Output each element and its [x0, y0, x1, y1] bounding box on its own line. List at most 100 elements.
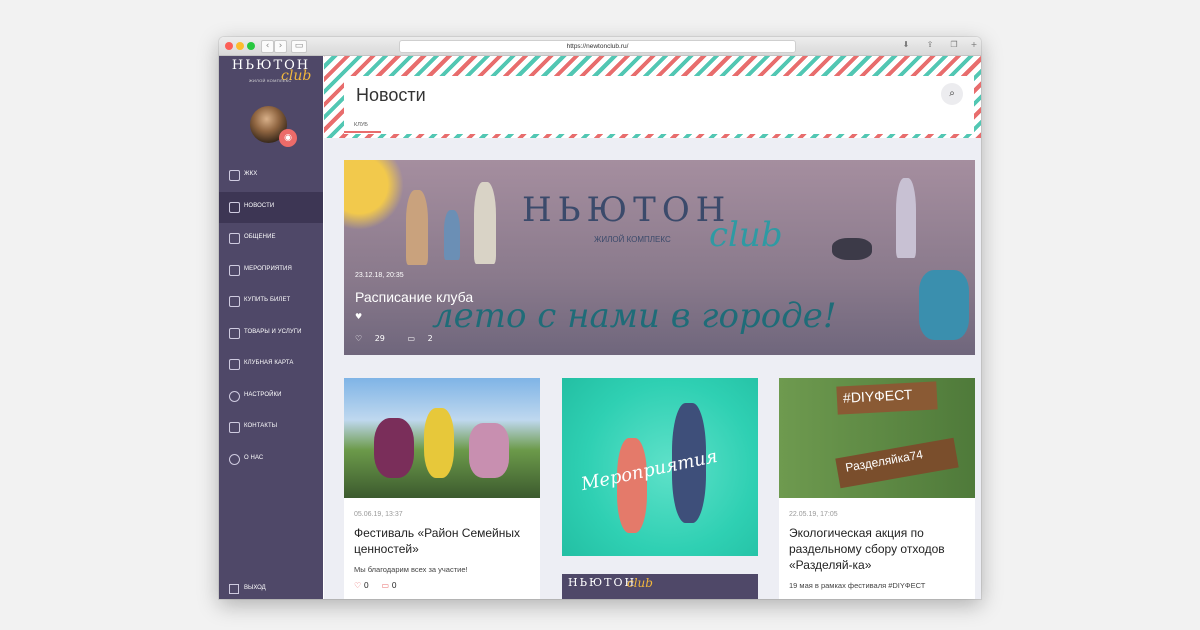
logout-label: Выход: [244, 585, 266, 591]
like-button[interactable]: ♡ 0: [354, 581, 369, 590]
sidebar-item-contacts[interactable]: Контакты: [219, 412, 323, 444]
calendar-icon: [229, 264, 240, 276]
card-logo-club: club: [627, 576, 653, 590]
share-icon[interactable]: ⇪: [925, 40, 935, 50]
ticket-icon: [229, 296, 240, 307]
sidebar-item-label: О нас: [244, 454, 264, 461]
page-header: Новости ⌕ Клуб: [344, 76, 974, 134]
sidebar-item-events[interactable]: Мероприятия: [219, 255, 323, 287]
sidebar-item-label: Настройки: [244, 391, 282, 398]
sidebar-item-label: Контакты: [244, 423, 278, 429]
card-date: 05.06.19, 13:37: [354, 511, 403, 518]
card-date: 22.05.19, 17:05: [789, 511, 838, 518]
comment-count: 2: [427, 334, 433, 343]
card-logo-text: НЬЮТОН: [568, 576, 637, 589]
hero-stats: ♡ 29 ▭ 2: [355, 334, 453, 343]
chevron-right-icon[interactable]: ›: [274, 40, 287, 53]
sidebar-item-club-card[interactable]: Клубная карта: [219, 349, 323, 381]
card-stats: ♡ 0 ▭ 0: [354, 581, 397, 590]
sidebar: НЬЮТОН club ЖИЛОЙ КОМПЛЕКС ◉ ЖКХ Новости…: [219, 56, 323, 599]
minimize-window-button[interactable]: [236, 42, 244, 50]
card-icon: [229, 359, 240, 370]
news-icon: [229, 201, 240, 213]
sidebar-item-label: Новости: [244, 202, 275, 209]
sidebar-menu: ЖКХ Новости Общение Мероприятия Купить б…: [219, 160, 323, 475]
chevron-left-icon[interactable]: ‹: [261, 40, 274, 53]
url-text: https://newtonclub.ru/: [566, 43, 629, 50]
illustration-person: [474, 182, 496, 264]
hero-brand-club: club: [709, 215, 783, 255]
search-icon[interactable]: ⌕: [941, 83, 963, 105]
sidebar-item-label: Общение: [244, 234, 276, 240]
illustration-dog: [832, 238, 872, 260]
new-tab-icon[interactable]: +: [969, 40, 979, 50]
sidebar-item-settings[interactable]: Настройки: [219, 381, 323, 413]
illustration-person: [444, 210, 460, 260]
news-card[interactable]: НЬЮТОН club: [562, 574, 758, 599]
sidebar-item-label: Товары и услуги: [244, 328, 302, 335]
illustration-person: [896, 178, 916, 258]
maximize-window-button[interactable]: [247, 42, 255, 50]
sidebar-item-label: ЖКХ: [244, 171, 258, 177]
news-card[interactable]: #DIYФЕСТ Разделяйка74 22.05.19, 17:05 Эк…: [779, 378, 975, 599]
browser-toolbar: ‹ › ▭ https://newtonclub.ru/ ⬇ ⇪ ❐ +: [219, 37, 981, 56]
gear-icon: [229, 390, 240, 402]
chat-icon: [229, 233, 240, 244]
card-excerpt: Мы благодарим всех за участие!: [354, 565, 468, 574]
download-icon[interactable]: ⬇: [901, 40, 911, 50]
hero-brand-subtitle: ЖИЛОЙ КОМПЛЕКС: [594, 235, 671, 244]
browser-window: ‹ › ▭ https://newtonclub.ru/ ⬇ ⇪ ❐ + НЬЮ…: [219, 37, 981, 599]
tab-club[interactable]: Клуб: [354, 122, 368, 128]
info-icon: [229, 453, 240, 465]
card-excerpt: 19 мая в рамках фестиваля #DIYФЕСТ: [789, 581, 926, 590]
hero-slogan: лето с нами в городе!: [432, 296, 837, 336]
heart-icon: ♡: [355, 334, 363, 343]
tabs-icon[interactable]: ❐: [949, 40, 959, 50]
like-button[interactable]: ♡ 29: [355, 334, 395, 343]
news-image: #DIYФЕСТ Разделяйка74: [779, 378, 975, 498]
comment-button[interactable]: ▭ 2: [407, 334, 442, 343]
sidebar-item-goods[interactable]: Товары и услуги: [219, 318, 323, 350]
illustration-person: [406, 190, 428, 265]
sidebar-item-label: Купить билет: [244, 297, 291, 303]
logout-icon: [229, 584, 239, 594]
sidebar-item-news[interactable]: Новости: [219, 191, 323, 223]
heart-icon: ♥: [355, 312, 363, 321]
news-image: [344, 378, 540, 498]
sidebar-item-tickets[interactable]: Купить билет: [219, 286, 323, 318]
card-title[interactable]: Фестиваль «Район Семейных ценностей»: [354, 525, 532, 557]
page-title: Новости: [356, 85, 426, 105]
comment-button[interactable]: ▭ 0: [382, 581, 397, 590]
comment-icon: ▭: [381, 581, 390, 590]
address-bar[interactable]: https://newtonclub.ru/: [399, 40, 796, 53]
hero-title[interactable]: Расписание клуба: [355, 289, 473, 305]
logo-subtitle: ЖИЛОЙ КОМПЛЕКС: [249, 78, 292, 83]
close-window-button[interactable]: [225, 42, 233, 50]
logout-button[interactable]: Выход: [219, 580, 323, 596]
sidebar-item-about[interactable]: О нас: [219, 444, 323, 476]
comment-icon: ▭: [407, 334, 416, 343]
sidebar-item-label: Клубная карта: [244, 360, 294, 366]
heart-icon: ♡: [354, 581, 362, 590]
mail-icon: [229, 422, 240, 433]
card-title[interactable]: Экологическая акция по раздельному сбору…: [789, 525, 967, 573]
sun-illustration: [344, 160, 404, 230]
main-content: Новости ⌕ Клуб НЬЮТОН ЖИЛОЙ КОМПЛЕКС clu…: [324, 56, 981, 599]
sidebar-item-chat[interactable]: Общение: [219, 223, 323, 255]
camera-icon[interactable]: ◉: [279, 129, 297, 147]
sidebar-toggle-icon[interactable]: ▭: [291, 40, 307, 53]
like-count: 0: [363, 581, 369, 590]
illustration-cyclist: [919, 270, 969, 340]
event-card[interactable]: Мероприятия: [562, 378, 758, 556]
featured-news[interactable]: НЬЮТОН ЖИЛОЙ КОМПЛЕКС club лето с нами в…: [344, 160, 975, 355]
tab-active-indicator: [344, 131, 381, 133]
hero-date: 23.12.18, 20:35: [355, 272, 404, 279]
comment-count: 0: [391, 581, 397, 590]
sidebar-item-housing[interactable]: ЖКХ: [219, 160, 323, 192]
home-icon: [229, 170, 240, 181]
news-card[interactable]: 05.06.19, 13:37 Фестиваль «Район Семейны…: [344, 378, 540, 599]
like-count: 29: [374, 334, 385, 343]
shop-icon: [229, 327, 240, 339]
sidebar-item-label: Мероприятия: [244, 265, 292, 272]
hero-brand: НЬЮТОН: [522, 190, 732, 230]
